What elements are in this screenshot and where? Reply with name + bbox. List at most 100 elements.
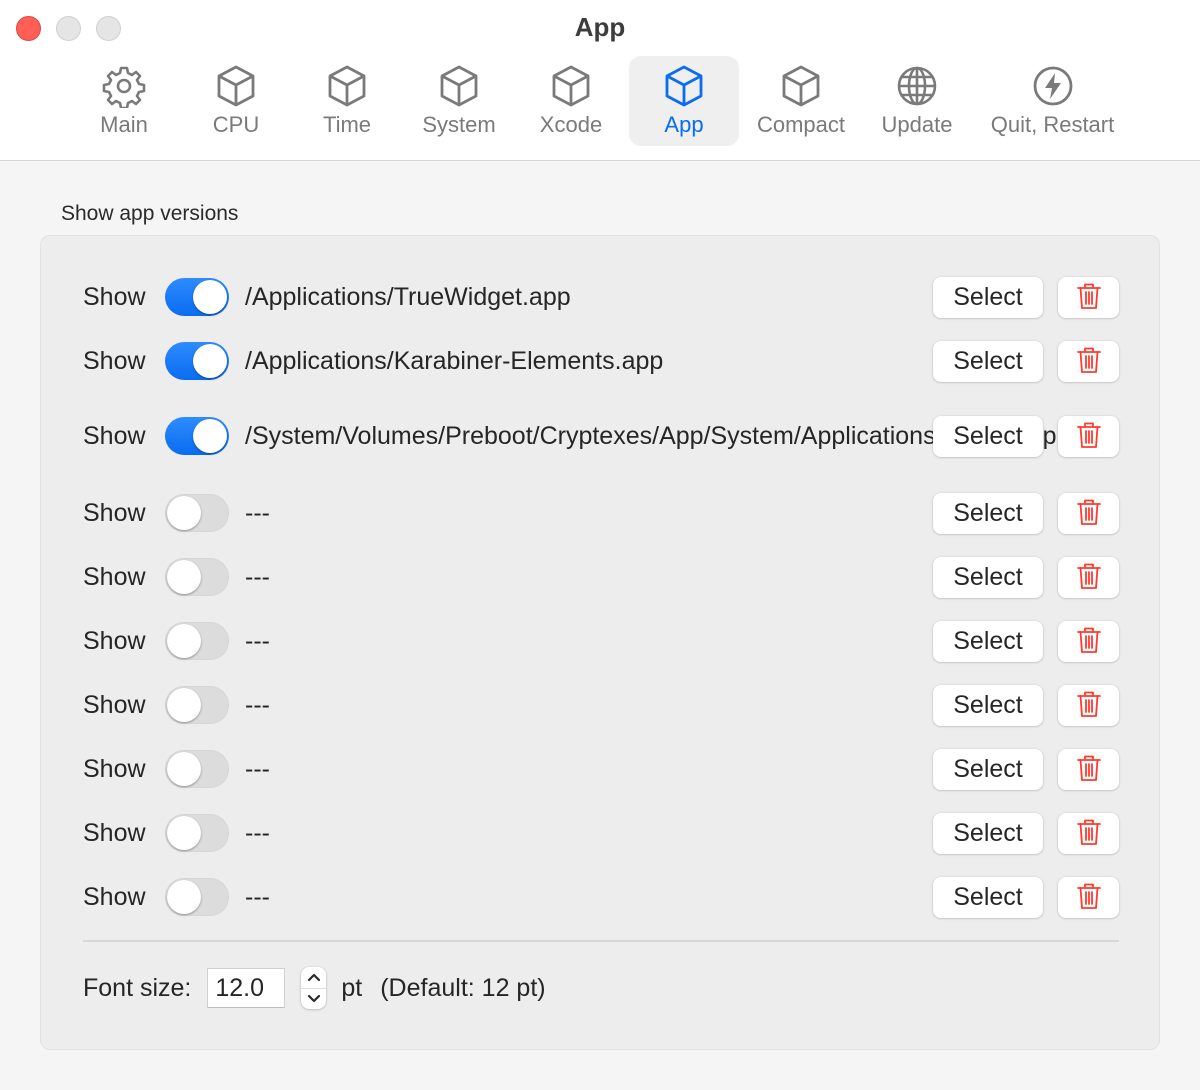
section-label: Show app versions bbox=[61, 202, 239, 225]
select-button[interactable]: Select bbox=[933, 748, 1043, 790]
font-size-stepper[interactable] bbox=[301, 967, 327, 1010]
show-label: Show bbox=[83, 562, 146, 591]
tab-update[interactable]: Update bbox=[866, 56, 968, 146]
app-path: --- bbox=[245, 883, 270, 911]
trash-icon bbox=[1076, 882, 1101, 913]
show-label: Show bbox=[83, 818, 146, 847]
app-version-row: Show /Applications/Karabiner-Elements.ap… bbox=[83, 340, 1119, 382]
tab-main[interactable]: Main bbox=[70, 56, 178, 146]
cube-icon bbox=[325, 64, 369, 108]
tab-label: System bbox=[422, 112, 496, 137]
tab-label: Compact bbox=[756, 112, 846, 137]
delete-button[interactable] bbox=[1058, 812, 1119, 854]
show-label: Show bbox=[83, 754, 146, 783]
delete-button[interactable] bbox=[1058, 876, 1119, 918]
title-bar: App Main CPU Time System Xcode App Compa… bbox=[0, 0, 1200, 161]
delete-button[interactable] bbox=[1058, 620, 1119, 662]
font-size-input[interactable] bbox=[207, 968, 286, 1008]
show-toggle[interactable] bbox=[165, 558, 229, 596]
app-path: --- bbox=[245, 563, 270, 591]
delete-button[interactable] bbox=[1058, 415, 1119, 457]
app-version-row: Show --- Select bbox=[83, 812, 1119, 854]
chevron-up-icon[interactable] bbox=[301, 967, 327, 989]
show-label: Show bbox=[83, 346, 146, 375]
gear-icon bbox=[102, 64, 146, 108]
delete-button[interactable] bbox=[1058, 340, 1119, 382]
trash-icon bbox=[1076, 346, 1101, 377]
show-toggle[interactable] bbox=[165, 417, 229, 455]
delete-button[interactable] bbox=[1058, 276, 1119, 318]
toggle-knob bbox=[167, 816, 201, 850]
app-version-row: Show --- Select bbox=[83, 556, 1119, 598]
show-toggle[interactable] bbox=[165, 686, 229, 724]
show-toggle[interactable] bbox=[165, 278, 229, 316]
tab-xcode[interactable]: Xcode bbox=[517, 56, 625, 146]
toggle-knob bbox=[167, 496, 201, 530]
select-button[interactable]: Select bbox=[933, 415, 1043, 457]
app-version-row: Show --- Select bbox=[83, 876, 1119, 918]
cube-icon bbox=[214, 64, 258, 108]
trash-icon bbox=[1076, 282, 1101, 313]
select-button[interactable]: Select bbox=[933, 620, 1043, 662]
delete-button[interactable] bbox=[1058, 684, 1119, 726]
tab-label: Update bbox=[881, 112, 953, 137]
preferences-toolbar: Main CPU Time System Xcode App Compact U… bbox=[0, 56, 1200, 146]
delete-button[interactable] bbox=[1058, 492, 1119, 534]
tab-cpu[interactable]: CPU bbox=[182, 56, 290, 146]
tab-label: Time bbox=[322, 112, 372, 137]
show-label: Show bbox=[83, 882, 146, 911]
app-path: --- bbox=[245, 819, 270, 847]
font-size-row: Font size: pt (Default: 12 pt) bbox=[83, 967, 546, 1009]
tab-system[interactable]: System bbox=[405, 56, 513, 146]
cube-icon bbox=[437, 64, 481, 108]
select-button[interactable]: Select bbox=[933, 492, 1043, 534]
tab-quit-restart[interactable]: Quit, Restart bbox=[980, 56, 1125, 146]
app-path: --- bbox=[245, 627, 270, 655]
tab-compact[interactable]: Compact bbox=[745, 56, 857, 146]
select-button[interactable]: Select bbox=[933, 812, 1043, 854]
show-toggle[interactable] bbox=[165, 622, 229, 660]
select-button[interactable]: Select bbox=[933, 684, 1043, 726]
select-button[interactable]: Select bbox=[933, 340, 1043, 382]
chevron-down-icon[interactable] bbox=[301, 989, 326, 1010]
toggle-knob bbox=[193, 344, 227, 378]
trash-icon bbox=[1076, 562, 1101, 593]
app-version-row: Show --- Select bbox=[83, 684, 1119, 726]
show-toggle[interactable] bbox=[165, 750, 229, 788]
show-label: Show bbox=[83, 626, 146, 655]
trash-icon bbox=[1076, 421, 1101, 452]
show-label: Show bbox=[83, 421, 146, 450]
delete-button[interactable] bbox=[1058, 748, 1119, 790]
tab-label: Xcode bbox=[539, 112, 603, 137]
toggle-knob bbox=[167, 624, 201, 658]
cube-icon bbox=[549, 64, 593, 108]
show-toggle[interactable] bbox=[165, 878, 229, 916]
select-button[interactable]: Select bbox=[933, 556, 1043, 598]
tab-label: CPU bbox=[212, 112, 260, 137]
font-size-default-note: (Default: 12 pt) bbox=[380, 973, 546, 1002]
tab-label: Main bbox=[100, 112, 148, 137]
delete-button[interactable] bbox=[1058, 556, 1119, 598]
toggle-knob bbox=[167, 688, 201, 722]
tab-app[interactable]: App bbox=[629, 56, 739, 146]
font-size-label: Font size: bbox=[83, 973, 192, 1002]
toggle-knob bbox=[167, 752, 201, 786]
show-toggle[interactable] bbox=[165, 494, 229, 532]
toggle-knob bbox=[193, 419, 227, 453]
select-button[interactable]: Select bbox=[933, 276, 1043, 318]
app-path: --- bbox=[245, 499, 270, 527]
cube-icon bbox=[662, 64, 706, 108]
tab-time[interactable]: Time bbox=[293, 56, 401, 146]
tab-label: App bbox=[664, 112, 704, 137]
app-version-row: Show /System/Volumes/Preboot/Cryptexes/A… bbox=[83, 404, 1119, 468]
trash-icon bbox=[1076, 690, 1101, 721]
show-toggle[interactable] bbox=[165, 342, 229, 380]
toggle-knob bbox=[167, 880, 201, 914]
globe-icon bbox=[895, 64, 939, 108]
show-label: Show bbox=[83, 690, 146, 719]
app-version-row: Show /Applications/TrueWidget.app Select bbox=[83, 276, 1119, 318]
select-button[interactable]: Select bbox=[933, 876, 1043, 918]
app-path: --- bbox=[245, 755, 270, 783]
show-toggle[interactable] bbox=[165, 814, 229, 852]
app-version-row: Show --- Select bbox=[83, 748, 1119, 790]
